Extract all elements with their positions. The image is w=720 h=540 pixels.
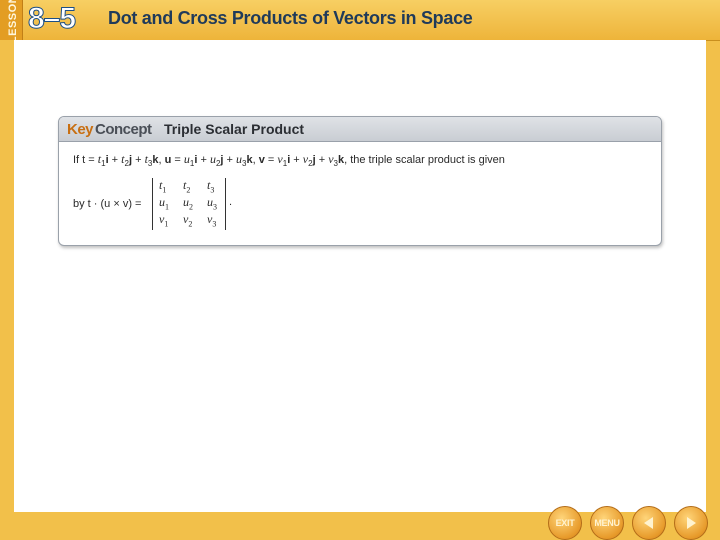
det-cell-t1: t1 bbox=[159, 178, 167, 195]
right-arrow-icon bbox=[687, 517, 696, 529]
lesson-banner: LESSON 8–5 Dot and Cross Products of Vec… bbox=[0, 0, 720, 41]
key-concept-label-concept: Concept bbox=[95, 121, 152, 138]
det-cell-t3: t3 bbox=[207, 178, 215, 195]
menu-button-label: MENU bbox=[594, 518, 620, 528]
exit-button[interactable]: EXIT bbox=[548, 506, 582, 540]
previous-button[interactable] bbox=[632, 506, 666, 540]
menu-button[interactable]: MENU bbox=[590, 506, 624, 540]
lesson-number: 8–5 bbox=[27, 2, 76, 36]
det-cell-u2: u2 bbox=[183, 195, 193, 212]
formula-prefix: by t · (u × v) = bbox=[73, 198, 142, 210]
key-concept-box: Key Concept Triple Scalar Product If t =… bbox=[58, 116, 662, 246]
key-concept-label-key: Key bbox=[67, 121, 94, 138]
key-concept-title: Triple Scalar Product bbox=[164, 121, 305, 137]
lesson-tab: LESSON bbox=[0, 0, 23, 40]
exit-button-label: EXIT bbox=[555, 518, 575, 528]
next-button[interactable] bbox=[674, 506, 708, 540]
det-cell-v2: v2 bbox=[183, 212, 193, 229]
left-arrow-icon bbox=[644, 517, 653, 529]
det-cell-v1: v1 bbox=[159, 212, 169, 229]
lesson-tab-label: LESSON bbox=[7, 0, 20, 40]
key-concept-header: Key Concept Triple Scalar Product bbox=[59, 117, 661, 142]
slide-content: Key Concept Triple Scalar Product If t =… bbox=[14, 40, 706, 512]
definition-line: If t = t1i + t2j + t3k, u = u1i + u2j + … bbox=[73, 152, 505, 169]
det-cell-t2: t2 bbox=[183, 178, 191, 195]
determinant: t1 t2 t3 u1 u2 u3 v1 v2 v3 bbox=[152, 178, 226, 230]
det-cell-u1: u1 bbox=[159, 195, 169, 212]
definition-tail: , the triple scalar product is given bbox=[344, 154, 505, 166]
det-cell-v3: v3 bbox=[207, 212, 217, 229]
det-cell-u3: u3 bbox=[207, 195, 217, 212]
left-margin-strip bbox=[0, 40, 14, 512]
lesson-title: Dot and Cross Products of Vectors in Spa… bbox=[108, 8, 473, 28]
formula-period: . bbox=[229, 196, 233, 208]
